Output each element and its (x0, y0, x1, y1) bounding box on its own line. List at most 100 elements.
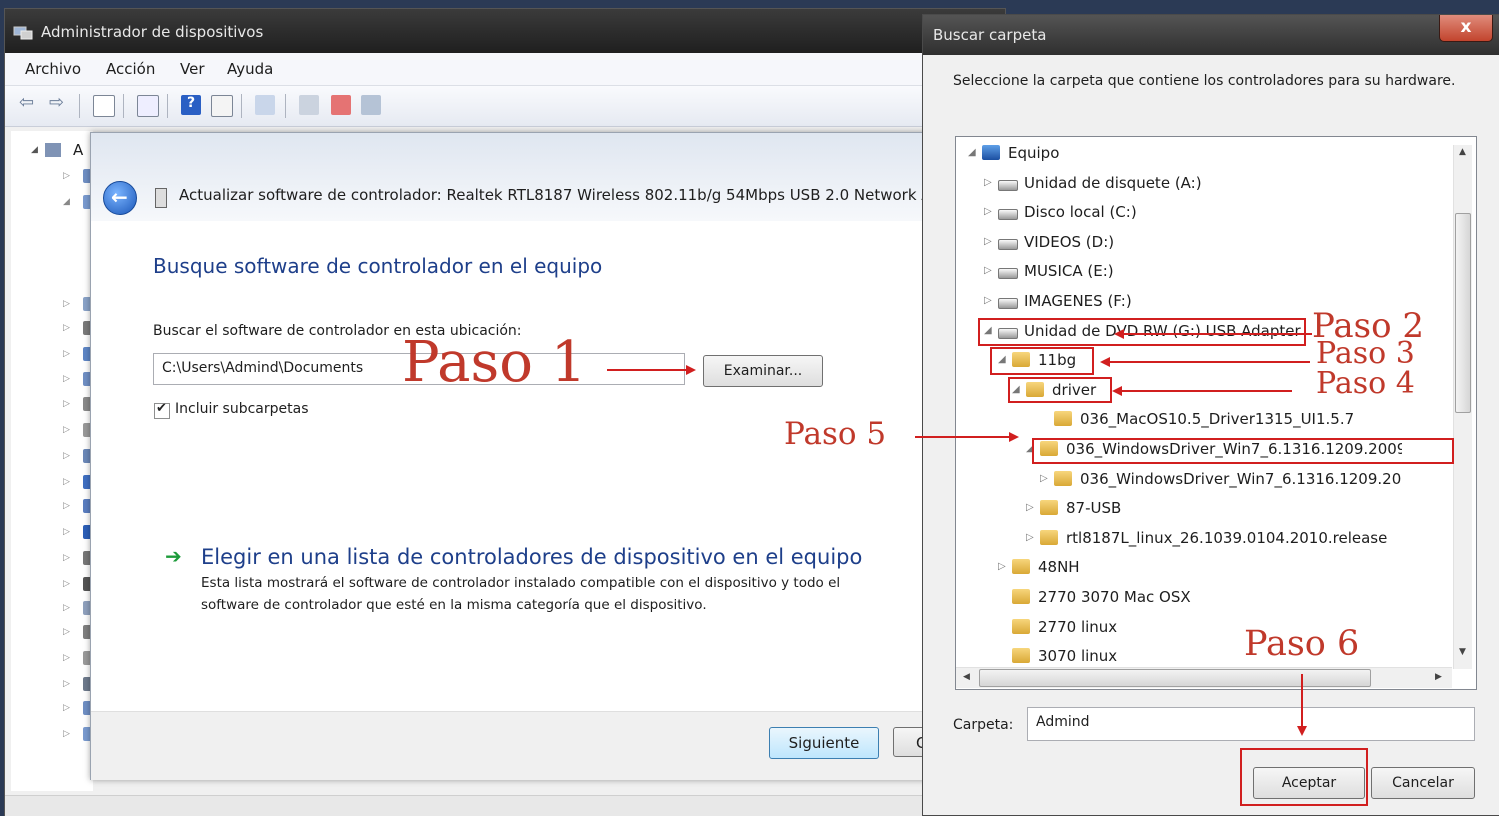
dialog-cancel-button[interactable]: Cancelar (1371, 767, 1475, 799)
computer-icon (982, 145, 1000, 160)
properties-icon[interactable] (93, 95, 115, 117)
include-subfolders-checkbox[interactable]: ✔ (154, 401, 170, 419)
device-category-expander[interactable]: ▷ (63, 425, 70, 435)
scroll-up-icon[interactable]: ▲ (1459, 147, 1466, 157)
menu-archivo[interactable]: Archivo (25, 60, 81, 78)
paso-4-arrowhead (1112, 386, 1122, 396)
device-category-expander[interactable]: ▷ (63, 527, 70, 537)
device-category-expander[interactable]: ▷ (63, 477, 70, 487)
paso-6-arrowhead (1297, 726, 1307, 736)
device-category-expander[interactable]: ▷ (63, 603, 70, 613)
drive-icon (998, 180, 1018, 191)
menu-accion[interactable]: Acción (106, 60, 155, 78)
device-category-expander[interactable]: ▷ (63, 171, 70, 181)
uninstall-icon[interactable] (331, 95, 351, 115)
device-category-expander[interactable]: ▷ (63, 501, 70, 511)
expand-icon[interactable]: ▷ (984, 229, 992, 255)
device-category-expander[interactable]: ▷ (63, 703, 70, 713)
device-manager-titlebar[interactable]: Administrador de dispositivos (5, 9, 1005, 53)
folder-label: Carpeta: (953, 717, 1014, 733)
expand-icon[interactable]: ▷ (984, 258, 992, 284)
wizard-header (91, 133, 931, 221)
status-bar (5, 795, 1005, 816)
folder-icon (1040, 530, 1058, 545)
expand-icon[interactable]: ▷ (1040, 466, 1048, 492)
scroll-down-icon[interactable]: ▼ (1459, 647, 1466, 657)
folder-tree-label: rtl8187L_linux_26.1039.0104.2010.release (1066, 529, 1388, 547)
expand-icon[interactable]: ▷ (984, 170, 992, 196)
drive-icon (998, 239, 1018, 250)
folder-tree-label: 2770 3070 Mac OSX (1038, 588, 1191, 606)
device-category-expander[interactable]: ▷ (63, 374, 70, 384)
next-button[interactable]: Siguiente (769, 727, 879, 759)
paso-5-label: Paso 5 (784, 416, 887, 452)
device-category-expander[interactable]: ▷ (63, 579, 70, 589)
device-category-expander[interactable]: ▷ (63, 553, 70, 563)
device-manager-icon (13, 22, 33, 40)
expand-icon[interactable]: ▷ (998, 554, 1006, 580)
back-icon[interactable]: ⇦ (19, 92, 39, 113)
toolbar-separator (167, 94, 168, 118)
menu-ver[interactable]: Ver (180, 60, 205, 78)
dialog-description: Seleccione la carpeta que contiene los c… (953, 73, 1456, 89)
pick-from-list-description-line1: Esta lista mostrará el software de contr… (201, 575, 841, 591)
scan-hardware-icon[interactable] (255, 95, 275, 115)
close-button[interactable]: x (1439, 15, 1493, 42)
device-category-expander[interactable]: ▷ (63, 653, 70, 663)
device-category-expander[interactable]: ◢ (63, 197, 70, 207)
vertical-scroll-thumb[interactable] (1455, 213, 1471, 413)
dialog-title: Buscar carpeta (933, 26, 1047, 44)
device-category-expander[interactable]: ▷ (63, 399, 70, 409)
driver-path-value: C:\Users\Admind\Documents (162, 360, 364, 376)
browse-button[interactable]: Examinar... (703, 355, 823, 387)
toolbar-separator (79, 94, 80, 118)
device-category-expander[interactable]: ▷ (63, 349, 70, 359)
windows-driver-folder-highlight (1032, 438, 1454, 464)
back-arrow-icon[interactable]: ← (103, 181, 137, 215)
forward-icon[interactable]: ⇨ (49, 92, 69, 113)
device-manager-title: Administrador de dispositivos (41, 23, 264, 41)
update-driver-wizard: ← Actualizar software de controlador: Re… (90, 132, 953, 780)
menu-ayuda[interactable]: Ayuda (227, 60, 273, 78)
enable-device-icon[interactable] (361, 95, 381, 115)
window-icon[interactable] (211, 95, 233, 117)
paso-3-arrowhead (1100, 357, 1110, 367)
device-category-expander[interactable]: ▷ (63, 729, 70, 739)
wizard-title: Actualizar software de controlador: Real… (179, 186, 941, 204)
check-icon: ✔ (156, 401, 167, 416)
folder-11bg-highlight (990, 347, 1094, 375)
include-subfolders-label[interactable]: Incluir subcarpetas (175, 401, 309, 417)
folder-icon (1054, 411, 1072, 426)
device-category-expander[interactable]: ▷ (63, 323, 70, 333)
tree-root-label[interactable]: A (73, 141, 83, 159)
tree-root-expander[interactable]: ◢ (31, 145, 38, 155)
expand-icon[interactable]: ▷ (984, 288, 992, 314)
device-tree: ◢ A (11, 131, 93, 791)
expand-icon[interactable]: ▷ (984, 199, 992, 225)
pick-from-list-link[interactable]: Elegir en una lista de controladores de … (201, 545, 862, 569)
horizontal-scroll-thumb[interactable] (979, 669, 1371, 687)
dialog-titlebar[interactable]: Buscar carpeta (923, 15, 1499, 55)
drive-icon (998, 268, 1018, 279)
green-arrow-icon: ➔ (165, 544, 182, 568)
dvd-drive-highlight (978, 318, 1306, 346)
folder-tree-label: IMAGENES (F:) (1024, 292, 1132, 310)
scroll-left-icon[interactable]: ◀ (963, 672, 970, 682)
expand-icon[interactable]: ▷ (1026, 495, 1034, 521)
folder-input-value: Admind (1036, 714, 1090, 730)
device-category-expander[interactable]: ▷ (63, 299, 70, 309)
view-icon[interactable] (137, 95, 159, 117)
folder-tree-label: 87-USB (1066, 499, 1122, 517)
expand-icon[interactable]: ▷ (1026, 525, 1034, 551)
wizard-body (91, 221, 931, 711)
device-category-expander[interactable]: ▷ (63, 627, 70, 637)
update-driver-icon[interactable] (299, 95, 319, 115)
folder-tree-label: 036_WindowsDriver_Win7_6.1316.1209.2009_… (1080, 470, 1450, 488)
collapse-icon[interactable]: ◢ (968, 140, 976, 166)
device-category-expander[interactable]: ▷ (63, 679, 70, 689)
folder-input[interactable]: Admind (1027, 707, 1475, 741)
scroll-right-icon[interactable]: ▶ (1435, 672, 1442, 682)
folder-tree-label: 3070 linux (1038, 647, 1118, 665)
device-category-expander[interactable]: ▷ (63, 451, 70, 461)
help-icon[interactable]: ? (181, 95, 201, 115)
